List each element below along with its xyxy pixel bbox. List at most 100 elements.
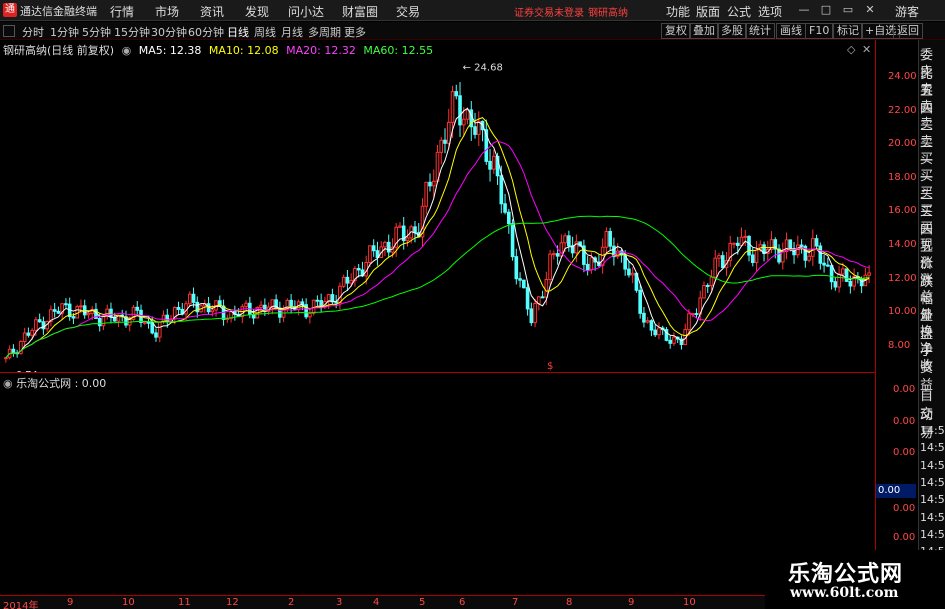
indicator-value: 乐淘公式网 : 0.00	[16, 377, 107, 390]
period-more[interactable]: 更多	[344, 24, 366, 40]
menu-bar: 通 通达信金融终端 行情 市场 资讯 发现 问小达 财富圈 交易 证券交易未登录…	[0, 0, 945, 21]
period-30min[interactable]: 30分钟	[151, 24, 187, 40]
back-button[interactable]: 返回	[893, 23, 923, 39]
restore-icon[interactable]: ▭	[840, 2, 856, 18]
candle-body	[525, 287, 530, 310]
candle-body	[488, 160, 492, 170]
marker-icon: $	[547, 361, 554, 372]
date-label: 9	[628, 597, 635, 608]
candle-body	[413, 226, 417, 234]
indicator-tick: 0.00	[893, 532, 916, 543]
candle-body	[450, 91, 455, 123]
candle-body	[837, 273, 841, 288]
candle-body	[176, 307, 181, 310]
candle-body	[210, 309, 215, 313]
candle-body	[548, 253, 552, 280]
menu-options[interactable]: 选项	[758, 3, 782, 20]
candle-body	[585, 263, 590, 271]
period-1min[interactable]: 1分钟	[50, 24, 79, 40]
overlay-button[interactable]: 叠加	[689, 23, 719, 39]
menu-news[interactable]: 资讯	[200, 3, 224, 20]
menu-function[interactable]: 功能	[666, 3, 690, 20]
date-label: 11	[178, 597, 191, 608]
trade-time: 14:56	[920, 475, 945, 489]
trade-time: 14:56	[920, 510, 945, 524]
candle-body	[345, 276, 350, 284]
multi-stock-button[interactable]: 多股	[717, 23, 747, 39]
menu-market[interactable]: 市场	[155, 3, 179, 20]
menu-quotes[interactable]: 行情	[110, 3, 134, 20]
trade-time: 14:56	[920, 458, 945, 472]
candle-body	[687, 313, 691, 331]
maximize-icon[interactable]: □	[818, 2, 834, 18]
panel-separator[interactable]	[0, 372, 875, 373]
price-tick: 20.00	[888, 138, 917, 150]
candle-body	[841, 268, 845, 275]
ma10-value: MA10: 12.08	[208, 44, 279, 57]
candle-body	[540, 296, 545, 299]
f10-button[interactable]: F10	[805, 23, 834, 39]
indicator-tick: 0.00	[893, 447, 916, 458]
candle-body	[533, 303, 537, 324]
candle-body	[109, 308, 113, 318]
close-icon[interactable]: ✕	[862, 2, 878, 18]
period-monthly[interactable]: 月线	[281, 24, 303, 40]
draw-button[interactable]: 画线	[776, 23, 806, 39]
price-chart[interactable]: ← 24.68← 6.74	[0, 58, 875, 372]
indicator-tick: 0.00	[893, 416, 916, 427]
collapse-icon[interactable]	[3, 25, 15, 37]
candle-body	[4, 357, 8, 360]
adjust-button[interactable]: 复权	[661, 23, 691, 39]
candle-body	[811, 238, 815, 257]
menu-formula[interactable]: 公式	[727, 3, 751, 20]
stats-button[interactable]: 统计	[745, 23, 775, 39]
candle-body	[529, 308, 534, 324]
ma-settings-icon[interactable]: ◉	[122, 44, 132, 57]
candle-body	[709, 276, 714, 287]
trade-login-notice[interactable]: 证券交易未登录	[514, 4, 584, 19]
guest-user[interactable]: 游客	[895, 3, 919, 20]
period-60min[interactable]: 60分钟	[188, 24, 224, 40]
candle-body	[371, 245, 376, 252]
price-tick: 8.00	[888, 339, 911, 351]
period-multi[interactable]: 多周期	[308, 24, 341, 40]
period-5min[interactable]: 5分钟	[82, 24, 111, 40]
ma-info-line: 钢研高纳(日线 前复权) ◉ MA5: 12.38 MA10: 12.08 MA…	[3, 42, 437, 58]
period-weekly[interactable]: 周线	[254, 24, 276, 40]
period-tick[interactable]: 分时	[22, 24, 44, 40]
period-daily[interactable]: 日线	[227, 24, 249, 40]
date-label: 2014年	[3, 601, 39, 609]
menu-trade[interactable]: 交易	[396, 3, 420, 20]
date-label: 3	[336, 597, 343, 608]
candle-body	[315, 299, 320, 302]
chart-settings-icon[interactable]: ◇	[847, 43, 855, 56]
trade-time: 14:56	[920, 441, 945, 455]
menu-discover[interactable]: 发现	[245, 3, 269, 20]
candle-body	[446, 121, 451, 144]
menu-layout[interactable]: 版面	[696, 3, 720, 20]
candle-body	[473, 126, 477, 135]
candle-body	[807, 255, 811, 261]
minimize-icon[interactable]: —	[796, 2, 812, 18]
ma5-value: MA5: 12.38	[138, 44, 202, 57]
date-label: 6	[459, 597, 466, 608]
indicator-settings-icon[interactable]: ◉	[3, 377, 13, 390]
chart-close-icon[interactable]: ✕	[862, 43, 871, 56]
menu-wealth[interactable]: 财富圈	[342, 3, 378, 20]
candle-body	[142, 321, 147, 324]
candle-body	[454, 91, 459, 97]
candle-body	[22, 332, 27, 342]
candle-body	[71, 316, 76, 319]
mark-button[interactable]: 标记	[833, 23, 863, 39]
menu-ask[interactable]: 问小达	[288, 3, 324, 20]
candle-body	[732, 242, 736, 245]
high-annotation: ← 24.68	[463, 63, 503, 74]
candle-body	[165, 314, 170, 322]
candle-body	[642, 312, 646, 323]
trade-time: 14:56	[920, 424, 945, 437]
date-label: 12	[226, 597, 239, 608]
ma20-value: MA20: 12.32	[286, 44, 356, 57]
period-15min[interactable]: 15分钟	[114, 24, 150, 40]
date-label: 4	[373, 597, 380, 608]
candle-body	[431, 180, 436, 187]
